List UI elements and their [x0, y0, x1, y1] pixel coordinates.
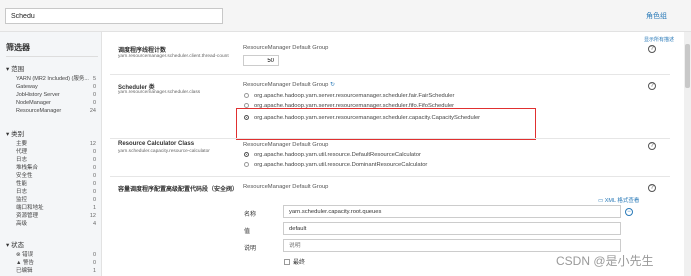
section-category[interactable]: ▾ 类别 [6, 128, 24, 138]
filter-item[interactable]: ResourceManager 24 [16, 107, 100, 115]
show-all-descriptions-link[interactable]: 显示所有描述 [644, 36, 674, 43]
filter-item[interactable]: 性能 0 [16, 180, 100, 188]
filter-item-warning[interactable]: ▲ 警告 0 [16, 259, 100, 267]
filter-item-edited[interactable]: 已编辑 1 [16, 267, 100, 275]
help-icon[interactable]: ? [648, 82, 656, 90]
remove-icon[interactable]: − [625, 208, 633, 216]
description-input[interactable] [283, 239, 621, 252]
divider [110, 176, 670, 177]
group-label: ResourceManager Default Group [243, 142, 329, 148]
property-key: yarn.resourcemanager.scheduler.client.th… [118, 54, 229, 59]
field-label: 说明 [244, 246, 257, 252]
revert-icon[interactable]: ↻ [330, 82, 335, 88]
final-checkbox[interactable]: 最终 [284, 257, 305, 266]
section-scope[interactable]: ▾ 范围 [6, 63, 24, 73]
calculator-option-selected[interactable]: org.apache.hadoop.yarn.util.resource.Def… [244, 151, 421, 159]
top-toolbar: 角色组 [0, 0, 691, 32]
filter-item[interactable]: NodeManager 0 [16, 99, 100, 107]
value-input[interactable] [283, 222, 621, 235]
filter-item[interactable]: 日志 0 [16, 156, 100, 164]
section-status[interactable]: ▾ 状态 [6, 239, 24, 249]
filter-item[interactable]: 安全性 0 [16, 172, 100, 180]
filter-item[interactable]: 堆栈集合 0 [16, 164, 100, 172]
highlight-box [236, 108, 536, 140]
filter-item[interactable]: 日志 0 [16, 188, 100, 196]
radio-button[interactable] [244, 102, 249, 108]
xml-view-link[interactable]: ▭ XML 格式查看 [598, 196, 639, 204]
radio-button[interactable] [244, 161, 249, 167]
sidebar-title: 筛选器 [6, 43, 30, 52]
group-label: ResourceManager Default Group [243, 184, 329, 190]
field-label: 值 [244, 229, 251, 235]
role-groups-link[interactable]: 角色组 [646, 11, 667, 21]
help-icon[interactable]: ? [648, 142, 656, 150]
warning-icon: ▲ [16, 260, 23, 266]
search-input[interactable] [5, 8, 223, 24]
field-label: 名称 [244, 212, 257, 218]
filter-item[interactable]: YARN (MR2 Included) (服务... 5 [16, 75, 100, 83]
property-key: yarn.resourcemanager.scheduler.class [118, 90, 201, 95]
help-icon[interactable]: ? [648, 45, 656, 53]
property-title: 容量调度程序配置高级配置代码段（安全阀） [118, 187, 239, 193]
radio-button[interactable] [244, 92, 249, 98]
divider [110, 138, 670, 139]
filter-item[interactable]: 代理 0 [16, 148, 100, 156]
property-title: Resource Calculator Class [118, 141, 195, 147]
group-label: ResourceManager Default Group [243, 45, 329, 51]
watermark: CSDN @是小先生 [556, 254, 654, 268]
filter-item[interactable]: Gateway 0 [16, 83, 100, 91]
divider [6, 56, 98, 57]
thread-count-input[interactable] [243, 55, 279, 66]
name-input[interactable] [283, 205, 621, 218]
filter-item[interactable]: 端口和地址 1 [16, 204, 100, 212]
calculator-option[interactable]: org.apache.hadoop.yarn.util.resource.Dom… [244, 161, 427, 169]
filter-item[interactable]: 主要 12 [16, 140, 100, 148]
filter-sidebar: 筛选器 ▾ 范围 YARN (MR2 Included) (服务... 5 Gat… [0, 32, 102, 276]
group-label: ResourceManager Default Group ↻ [243, 82, 335, 88]
filter-item[interactable]: JobHistory Server 0 [16, 91, 100, 99]
scrollbar-thumb[interactable] [685, 44, 690, 88]
filter-item-error[interactable]: ⊗ 错误 0 [16, 251, 100, 259]
divider [110, 74, 670, 75]
filter-item[interactable]: 监控 0 [16, 196, 100, 204]
property-key: yarn.scheduler.capacity.resource-calcula… [118, 149, 210, 154]
checkbox[interactable] [284, 259, 290, 265]
document-icon: ▭ [598, 198, 605, 204]
help-icon[interactable]: ? [648, 184, 656, 192]
filter-item[interactable]: 高级 4 [16, 220, 100, 228]
property-title: 调度程序线程计数 [118, 48, 167, 54]
filter-item[interactable]: 资源管理 12 [16, 212, 100, 220]
radio-button-selected[interactable] [244, 151, 249, 157]
scheduler-option[interactable]: org.apache.hadoop.yarn.server.resourcema… [244, 92, 454, 100]
